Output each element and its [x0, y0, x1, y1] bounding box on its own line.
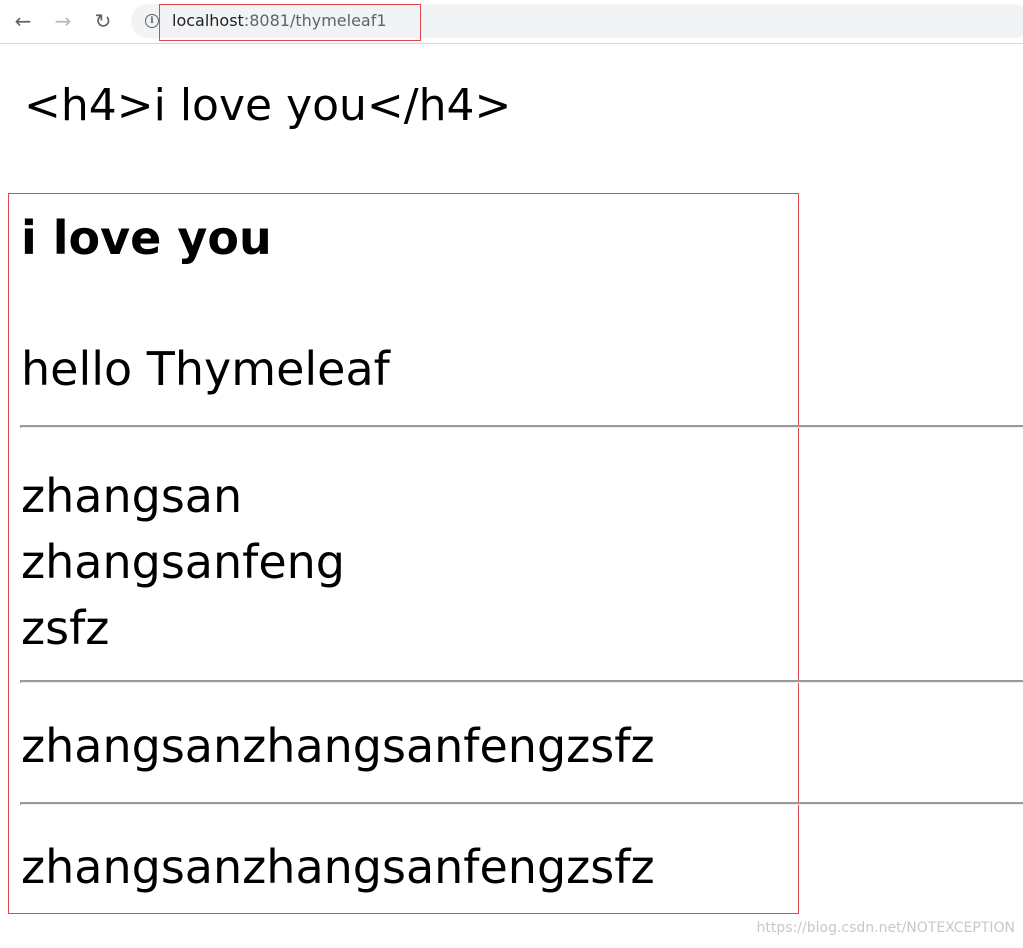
list-item: zhangsanfeng — [21, 535, 345, 589]
back-arrow-icon[interactable]: ← — [8, 6, 38, 36]
url-annotation-box — [159, 4, 421, 41]
name-list: zhangsan zhangsanfeng zsfz — [21, 463, 345, 661]
joined-names-text: zhangsanzhangsanfengzsfz — [21, 840, 655, 894]
list-item: zhangsan — [21, 469, 243, 523]
site-info-icon[interactable]: i — [145, 14, 159, 28]
reload-icon[interactable]: ↻ — [88, 6, 118, 36]
browser-toolbar: ← → ↻ i localhost:8081/thymeleaf1 — [0, 0, 1023, 44]
joined-names-text: zhangsanzhangsanfengzsfz — [21, 719, 655, 773]
horizontal-rule — [20, 680, 1023, 683]
list-item: zsfz — [21, 601, 110, 655]
rendered-heading: i love you — [21, 211, 272, 265]
escaped-h4-text: <h4>i love you</h4> — [24, 80, 512, 131]
horizontal-rule — [20, 425, 1023, 428]
hello-text: hello Thymeleaf — [21, 342, 390, 396]
forward-arrow-icon[interactable]: → — [48, 6, 78, 36]
watermark: https://blog.csdn.net/NOTEXCEPTION — [756, 920, 1015, 936]
horizontal-rule — [20, 802, 1023, 805]
